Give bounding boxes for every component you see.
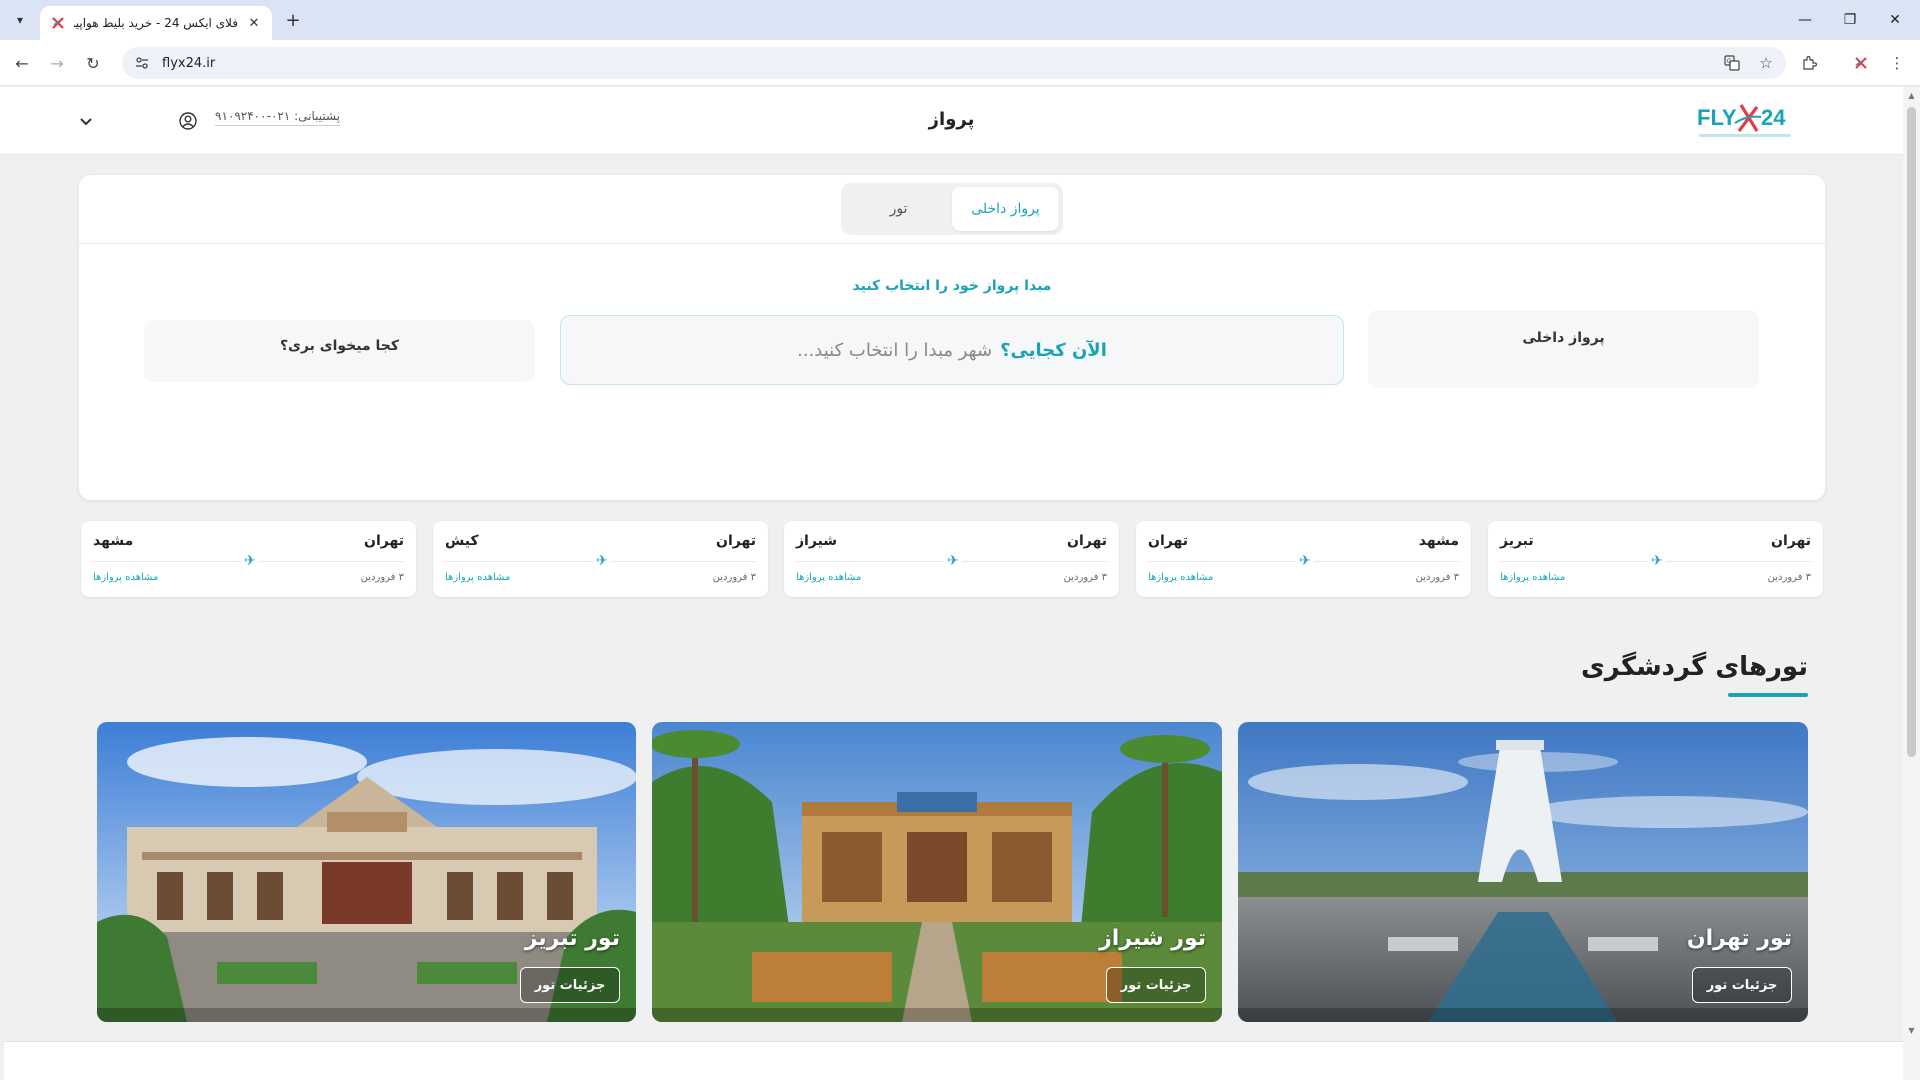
card-divider xyxy=(79,243,1825,244)
tour-details-button[interactable]: جزئیات تور xyxy=(1692,967,1792,1003)
flyx-favicon-icon xyxy=(50,15,66,31)
tab-list-chevron-icon[interactable]: ▾ xyxy=(8,8,32,32)
tour-details-button[interactable]: جزئیات تور xyxy=(1106,967,1206,1003)
route-origin: تهران xyxy=(1067,533,1107,549)
origin-placeholder: شهر مبدا را انتخاب کنید... xyxy=(797,339,993,361)
view-flights-link[interactable]: مشاهده پروازها xyxy=(1148,572,1213,583)
flight-type-label: پرواز داخلی xyxy=(1522,330,1605,346)
route-origin: تهران xyxy=(1771,533,1811,549)
tour-card-tabriz[interactable]: تور تبریز جزئیات تور xyxy=(97,722,636,1022)
browser-menu-icon[interactable]: ⋮ xyxy=(1884,50,1910,76)
scroll-down-icon[interactable]: ▼ xyxy=(1906,1025,1917,1036)
tab-domestic-flight[interactable]: پرواز داخلی xyxy=(952,187,1059,231)
route-origin: مشهد xyxy=(1418,533,1459,549)
route-card[interactable]: تهران مشهد ✈ ۳ فروردین مشاهده پروازها xyxy=(81,521,416,597)
svg-text:G: G xyxy=(1727,58,1732,65)
tour-name: تور تهران xyxy=(1686,926,1792,951)
browser-tabstrip: ▾ فلای ایکس 24 - خرید بلیط هواپیما ✕ + —… xyxy=(0,0,1920,40)
section-title-underline xyxy=(1728,693,1808,697)
tab-tour[interactable]: تور xyxy=(845,187,952,231)
route-card[interactable]: مشهد تهران ✈ ۳ فروردین مشاهده پروازها xyxy=(1136,521,1471,597)
address-bar[interactable]: flyx24.ir G ☆ xyxy=(122,47,1786,79)
origin-question: الآن کجایی؟ xyxy=(1000,339,1107,361)
reload-icon[interactable]: ↻ xyxy=(80,50,106,76)
site-info-icon[interactable] xyxy=(132,53,152,73)
flight-search-card: پرواز داخلی تور مبدا پرواز خود را انتخاب… xyxy=(79,175,1825,500)
browser-tab-active[interactable]: فلای ایکس 24 - خرید بلیط هواپیما ✕ xyxy=(40,6,272,40)
tour-name: تور شیراز xyxy=(1099,926,1206,951)
route-date: ۳ فروردین xyxy=(360,572,404,583)
back-arrow-icon[interactable]: ← xyxy=(9,50,35,76)
route-destination: تهران xyxy=(1148,533,1188,549)
route-destination: کیش xyxy=(445,533,479,549)
view-flights-link[interactable]: مشاهده پروازها xyxy=(93,572,158,583)
scroll-up-icon[interactable]: ▲ xyxy=(1906,90,1917,101)
forward-arrow-icon[interactable]: → xyxy=(44,50,70,76)
scrollbar-thumb[interactable] xyxy=(1907,107,1916,757)
view-flights-link[interactable]: مشاهده پروازها xyxy=(796,572,861,583)
route-origin: تهران xyxy=(716,533,756,549)
route-card[interactable]: تهران تبریز ✈ ۳ فروردین مشاهده پروازها xyxy=(1488,521,1823,597)
route-origin: تهران xyxy=(364,533,404,549)
destination-field[interactable]: کجا میخوای بری؟ xyxy=(144,320,535,382)
route-destination: شیراز xyxy=(796,533,838,549)
search-type-tabs: پرواز داخلی تور xyxy=(841,183,1063,235)
airplane-icon: ✈ xyxy=(944,552,962,570)
route-card[interactable]: تهران کیش ✈ ۳ فروردین مشاهده پروازها xyxy=(433,521,768,597)
popular-routes: تهران تبریز ✈ ۳ فروردین مشاهده پروازها م… xyxy=(81,521,1823,597)
flight-type-field[interactable]: پرواز داخلی xyxy=(1368,310,1759,388)
translate-icon[interactable]: G xyxy=(1718,49,1746,77)
route-destination: تبریز xyxy=(1500,533,1534,549)
page-scrollbar[interactable]: ▲ ▼ xyxy=(1903,87,1920,1080)
restore-icon[interactable]: ❐ xyxy=(1835,6,1865,34)
tab-close-icon[interactable]: ✕ xyxy=(246,15,262,31)
site-header: FLY 24 پرواز پشتیبانی: ۰۲۱-۹۱۰۹۲۴۰۰ xyxy=(0,87,1903,155)
url-text: flyx24.ir xyxy=(162,55,216,71)
origin-city-input[interactable]: الآن کجایی؟ شهر مبدا را انتخاب کنید... xyxy=(560,315,1344,385)
tour-card-shiraz[interactable]: تور شیراز جزئیات تور xyxy=(652,722,1222,1022)
route-card[interactable]: تهران شیراز ✈ ۳ فروردین مشاهده پروازها xyxy=(784,521,1119,597)
view-flights-link[interactable]: مشاهده پروازها xyxy=(445,572,510,583)
minimize-icon[interactable]: — xyxy=(1790,6,1820,34)
tour-details-button[interactable]: جزئیات تور xyxy=(520,967,620,1003)
airplane-icon: ✈ xyxy=(1648,552,1666,570)
extensions-puzzle-icon[interactable] xyxy=(1796,50,1822,76)
airplane-icon: ✈ xyxy=(1296,552,1314,570)
route-date: ۳ فروردین xyxy=(1063,572,1107,583)
route-date: ۳ فروردین xyxy=(1415,572,1459,583)
browser-toolbar: ← → ↻ flyx24.ir G ☆ ⋮ xyxy=(0,40,1920,86)
support-phone-link[interactable]: پشتیبانی: ۰۲۱-۹۱۰۹۲۴۰۰ xyxy=(215,109,341,126)
route-date: ۳ فروردین xyxy=(1767,572,1811,583)
destination-label: کجا میخوای بری؟ xyxy=(279,338,400,354)
route-destination: مشهد xyxy=(93,533,134,549)
tours-section-title: تورهای گردشگری xyxy=(1580,652,1808,682)
flyx-extension-icon[interactable] xyxy=(1848,50,1874,76)
bookmark-star-icon[interactable]: ☆ xyxy=(1752,49,1780,77)
user-account-icon[interactable] xyxy=(178,111,198,131)
route-date: ۳ فروردین xyxy=(712,572,756,583)
tour-card-tehran[interactable]: تور تهران جزئیات تور xyxy=(1238,722,1808,1022)
origin-hint-text: مبدا پرواز خود را انتخاب کنید xyxy=(852,278,1052,294)
airplane-icon: ✈ xyxy=(241,552,259,570)
page-bottom-strip xyxy=(4,1041,1904,1080)
airplane-icon: ✈ xyxy=(593,552,611,570)
view-flights-link[interactable]: مشاهده پروازها xyxy=(1500,572,1565,583)
window-close-icon[interactable]: ✕ xyxy=(1880,6,1910,34)
tour-name: تور تبریز xyxy=(524,926,620,951)
new-tab-button[interactable]: + xyxy=(282,9,304,31)
tab-title: فلای ایکس 24 - خرید بلیط هواپیما xyxy=(74,16,238,30)
chevron-down-icon[interactable] xyxy=(76,111,96,131)
